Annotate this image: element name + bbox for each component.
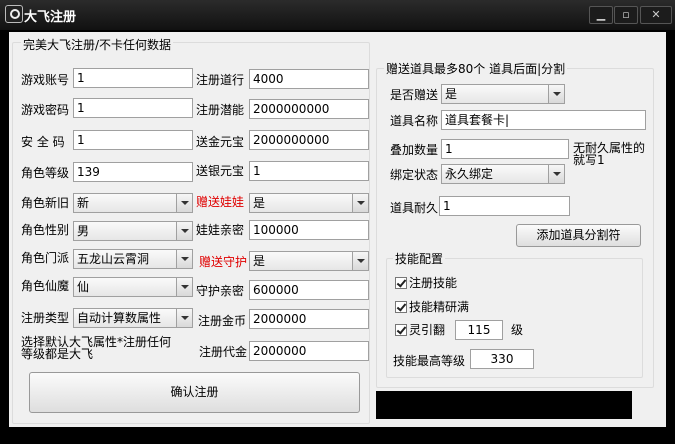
guard-intimacy-label: 守护亲密 <box>196 284 245 298</box>
chevron-down-icon[interactable] <box>548 165 564 183</box>
lingyin-checkbox[interactable] <box>395 324 407 336</box>
max-skill-level-label: 技能最高等级 <box>393 354 466 368</box>
bind-state-label: 绑定状态 <box>390 168 439 182</box>
bottom-border <box>0 427 675 444</box>
gift-guard-value: 是 <box>253 254 266 268</box>
role-gender-value: 男 <box>77 224 90 238</box>
bind-state-value: 永久绑定 <box>445 167 494 181</box>
register-voucher-label: 注册代金 <box>199 345 248 359</box>
gold-ingot-label: 送金元宝 <box>196 135 245 149</box>
register-type-select[interactable]: 自动计算数属性 <box>73 308 193 328</box>
default-attr-note: 选择默认大飞属性*注册任何等级都是大飞 <box>21 335 172 361</box>
whether-gift-select[interactable]: 是 <box>441 84 565 104</box>
register-gold-input[interactable]: 2000000 <box>249 309 369 329</box>
chevron-down-icon[interactable] <box>352 252 368 270</box>
role-new-old-value: 新 <box>77 196 90 210</box>
window-title: 大飞注册 <box>24 10 77 25</box>
left-group-title: 完美大飞注册/不卡任何数据 <box>21 37 174 53</box>
chevron-down-icon[interactable] <box>352 194 368 212</box>
whether-gift-value: 是 <box>445 87 458 101</box>
bind-state-select[interactable]: 永久绑定 <box>441 164 565 184</box>
stack-note: 无耐久属性的就写1 <box>573 141 646 167</box>
silver-ingot-label: 送银元宝 <box>196 164 245 178</box>
skill-master-checkbox[interactable] <box>395 301 407 313</box>
maximize-button[interactable]: ▫ <box>614 6 638 24</box>
role-immortal-demon-value: 仙 <box>77 280 90 294</box>
role-new-old-select[interactable]: 新 <box>73 193 193 213</box>
confirm-register-button[interactable]: 确认注册 <box>29 372 360 413</box>
register-skill-checkbox[interactable] <box>395 277 407 289</box>
silver-ingot-input[interactable]: 1 <box>249 161 369 181</box>
chevron-down-icon[interactable] <box>548 85 564 103</box>
register-daoheng-label: 注册道行 <box>196 73 245 87</box>
status-output-box <box>376 391 632 419</box>
register-daoheng-input[interactable]: 4000 <box>249 69 369 89</box>
guard-intimacy-input[interactable]: 600000 <box>249 280 369 300</box>
security-code-input[interactable]: 1 <box>73 130 193 150</box>
gold-ingot-input[interactable]: 2000000000 <box>249 130 369 150</box>
role-new-old-label: 角色新旧 <box>21 196 70 210</box>
register-potential-input[interactable]: 2000000000 <box>249 99 369 119</box>
doll-intimacy-input[interactable]: 100000 <box>249 220 369 240</box>
right-group-title: 赠送道具最多80个 道具后面|分割 <box>384 61 568 77</box>
client-area: 完美大飞注册/不卡任何数据 游戏账号 1 游戏密码 1 安 全 码 1 角色等级… <box>9 32 666 427</box>
account-input[interactable]: 1 <box>73 68 193 88</box>
item-name-input[interactable]: 道具套餐卡| <box>441 110 646 130</box>
gift-guard-label: 赠送守护 <box>199 255 248 269</box>
minimize-button[interactable]: ▁ <box>589 6 613 24</box>
chevron-down-icon[interactable] <box>176 309 192 327</box>
gift-doll-label: 赠送娃娃 <box>196 195 245 209</box>
whether-gift-label: 是否赠送 <box>390 88 439 102</box>
app-icon <box>5 5 23 23</box>
register-potential-label: 注册潜能 <box>196 103 245 117</box>
register-type-label: 注册类型 <box>21 311 70 325</box>
app-window: 大飞注册 ▁ ▫ ✕ 完美大飞注册/不卡任何数据 游戏账号 1 游戏密码 1 安… <box>0 0 675 444</box>
account-label: 游戏账号 <box>21 73 70 87</box>
stack-count-label: 叠加数量 <box>390 143 439 157</box>
role-sect-label: 角色门派 <box>21 251 70 265</box>
register-voucher-input[interactable]: 2000000 <box>249 341 369 361</box>
role-level-label: 角色等级 <box>21 166 70 180</box>
chevron-down-icon[interactable] <box>176 194 192 212</box>
role-sect-select[interactable]: 五龙山云霄洞 <box>73 249 193 269</box>
chevron-down-icon[interactable] <box>176 250 192 268</box>
item-durability-label: 道具耐久 <box>390 201 439 215</box>
max-skill-level-input[interactable]: 330 <box>470 349 534 369</box>
role-immortal-demon-label: 角色仙魔 <box>21 279 70 293</box>
skill-master-label: 技能精研满 <box>409 300 470 314</box>
role-gender-select[interactable]: 男 <box>73 221 193 241</box>
lingyin-unit: 级 <box>511 323 524 337</box>
role-gender-label: 角色性别 <box>21 223 70 237</box>
doll-intimacy-label: 娃娃亲密 <box>196 223 245 237</box>
lingyin-level-input[interactable]: 115 <box>455 320 503 340</box>
password-input[interactable]: 1 <box>73 98 193 118</box>
skills-group-title: 技能配置 <box>393 251 446 267</box>
register-type-value: 自动计算数属性 <box>77 311 162 325</box>
item-durability-input[interactable]: 1 <box>439 196 570 216</box>
add-separator-button[interactable]: 添加道具分割符 <box>516 224 641 247</box>
role-level-input[interactable]: 139 <box>73 162 193 182</box>
password-label: 游戏密码 <box>21 103 70 117</box>
role-immortal-demon-select[interactable]: 仙 <box>73 277 193 297</box>
title-bar: 大飞注册 ▁ ▫ ✕ <box>0 0 675 30</box>
stack-count-input[interactable]: 1 <box>441 139 569 159</box>
gift-doll-select[interactable]: 是 <box>249 193 369 213</box>
chevron-down-icon[interactable] <box>176 278 192 296</box>
item-name-label: 道具名称 <box>390 114 439 128</box>
gift-guard-select[interactable]: 是 <box>249 251 369 271</box>
lingyin-label: 灵引翻 <box>409 323 446 337</box>
register-skill-label: 注册技能 <box>409 276 458 290</box>
role-sect-value: 五龙山云霄洞 <box>77 252 150 266</box>
security-code-label: 安 全 码 <box>21 135 65 149</box>
register-gold-label: 注册金币 <box>198 314 247 328</box>
chevron-down-icon[interactable] <box>176 222 192 240</box>
close-button[interactable]: ✕ <box>640 6 672 24</box>
gift-doll-value: 是 <box>253 196 266 210</box>
